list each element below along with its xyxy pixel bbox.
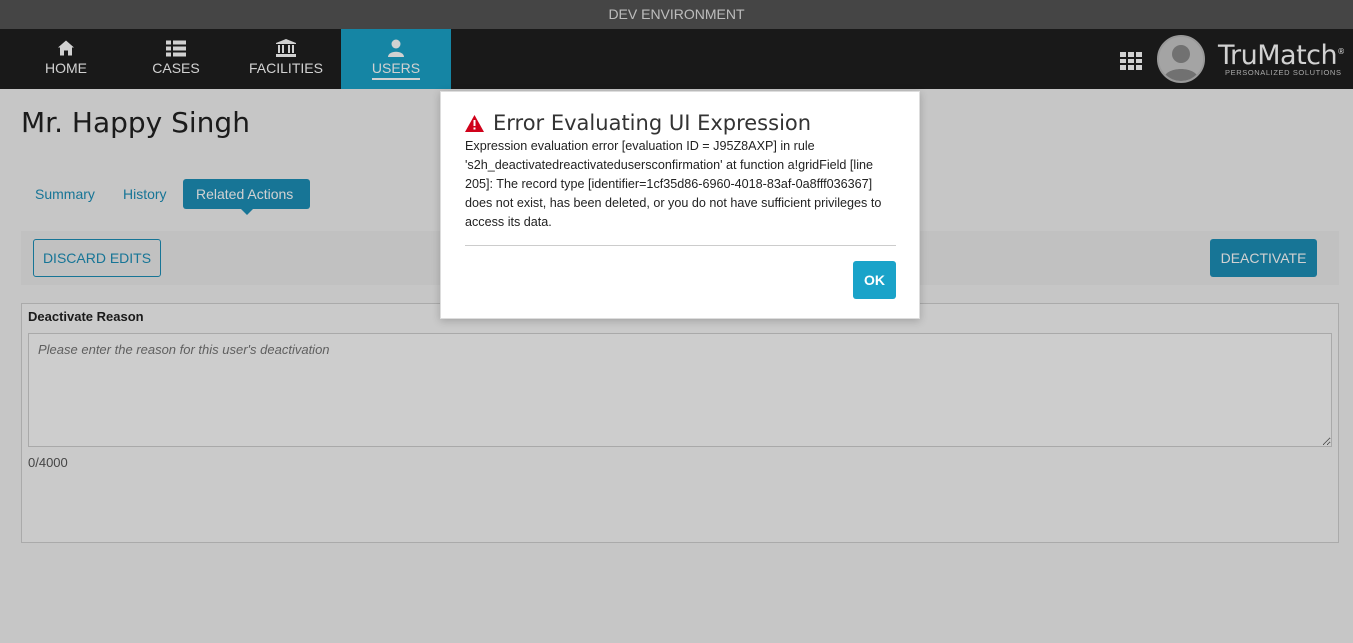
dialog-message: Expression evaluation error [evaluation … (465, 139, 882, 229)
warning-icon (465, 114, 484, 132)
error-dialog: Error Evaluating UI Expression Expressio… (440, 91, 920, 319)
dialog-divider (465, 245, 896, 246)
dialog-title: Error Evaluating UI Expression (465, 111, 811, 135)
dialog-title-text: Error Evaluating UI Expression (493, 111, 812, 135)
ok-button[interactable]: OK (853, 261, 896, 299)
